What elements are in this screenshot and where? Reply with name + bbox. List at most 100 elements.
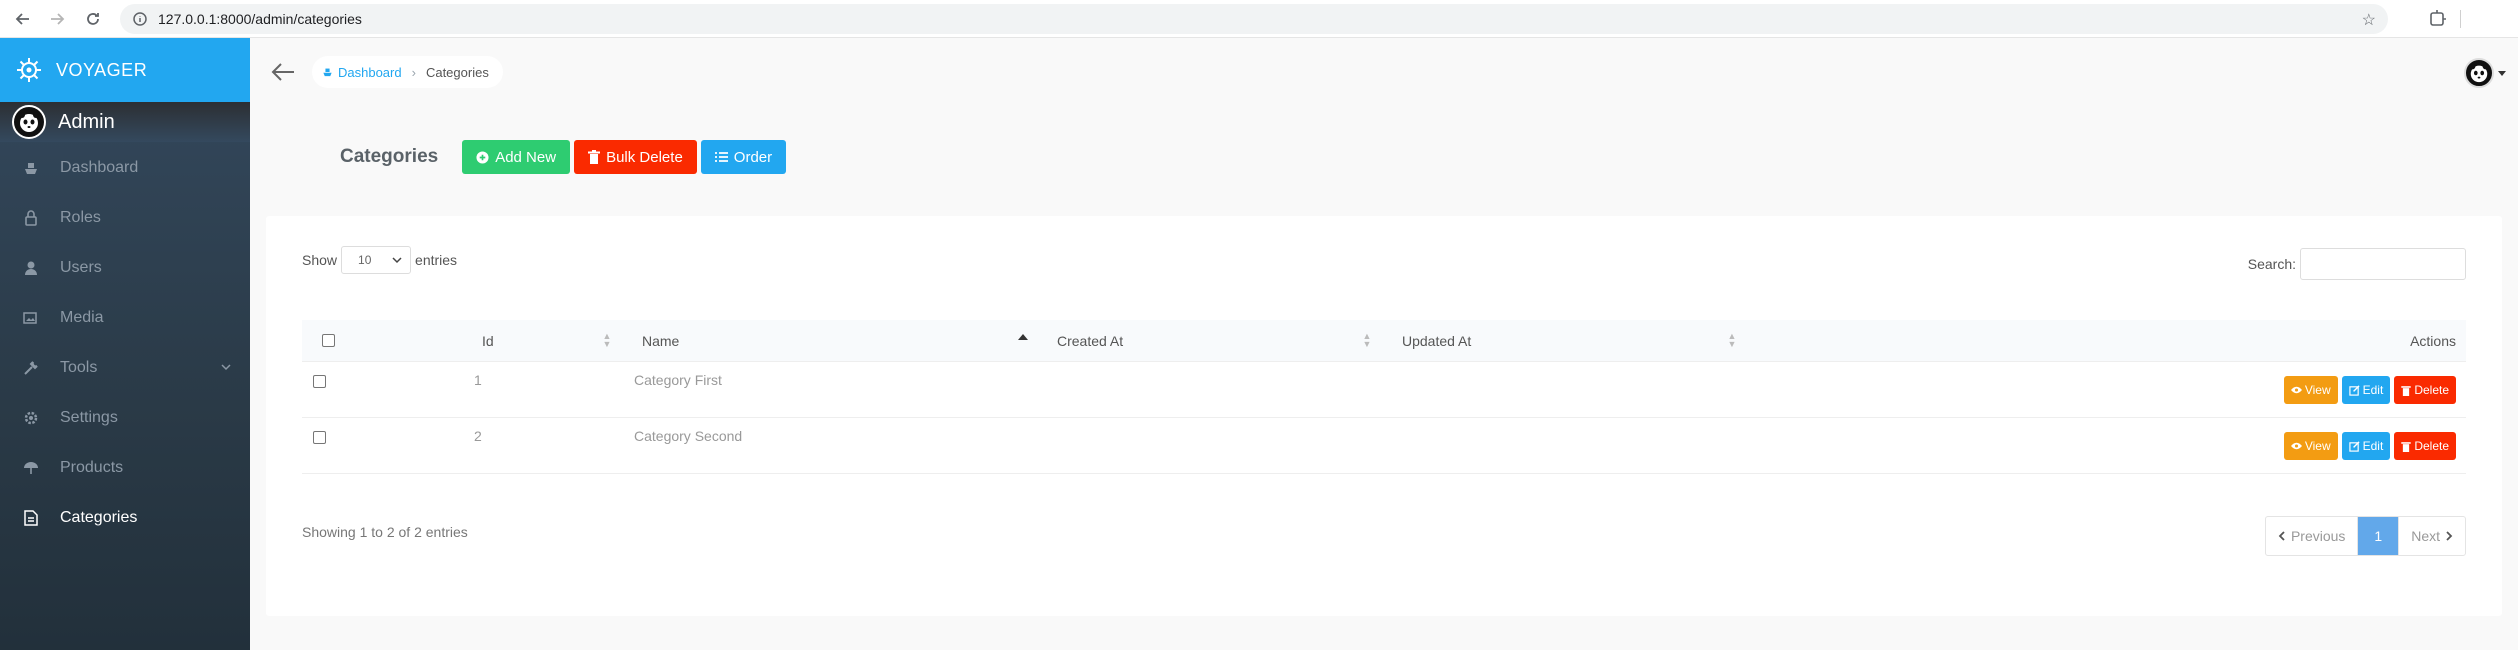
toolbar-divider	[2460, 10, 2461, 28]
add-new-label: Add New	[495, 148, 557, 166]
panda-avatar-icon	[2469, 63, 2489, 83]
view-label: View	[2304, 383, 2331, 397]
breadcrumb-separator: ›	[411, 64, 416, 80]
entries-length-control: Show 10 entries	[302, 246, 457, 274]
row-checkbox[interactable]	[313, 431, 326, 444]
delete-button[interactable]: Delete	[2394, 432, 2456, 460]
sidebar-item-products[interactable]: Products	[0, 443, 250, 493]
sidebar-item-media[interactable]: Media	[0, 293, 250, 343]
umbrella-icon	[22, 459, 40, 477]
bulk-delete-label: Bulk Delete	[606, 148, 683, 166]
table-header-row: Id ▲ ▼ Name Created At ▲ ▼ Updated At ▲ ▼ A…	[302, 320, 2466, 362]
order-button[interactable]: Order	[700, 140, 787, 174]
entries-length-select[interactable]: 10	[341, 246, 412, 274]
select-all-checkbox[interactable]	[322, 334, 335, 347]
cell-id: 2	[474, 428, 482, 444]
sidebar-item-label: Roles	[60, 209, 101, 226]
sort-icon[interactable]: ▲ ▼	[602, 332, 612, 349]
panda-avatar-icon	[19, 112, 39, 132]
arrow-left-icon[interactable]	[270, 60, 296, 84]
list-icon	[714, 151, 728, 163]
search-label: Search:	[2247, 256, 2296, 272]
delete-label: Delete	[2414, 439, 2449, 453]
previous-page-button[interactable]: Previous	[2266, 517, 2359, 555]
helm-icon	[17, 58, 41, 82]
eye-icon	[2290, 386, 2302, 394]
edit-button[interactable]: Edit	[2341, 432, 2391, 460]
sidebar-menu: Dashboard Roles Users Media Tools Settin…	[0, 143, 250, 543]
cell-name: Category Second	[634, 428, 743, 444]
arrow-left-icon	[15, 13, 29, 25]
sidebar-item-label: Dashboard	[60, 159, 139, 176]
chevron-down-icon	[221, 364, 231, 371]
page-title: Categories	[340, 146, 439, 167]
entries-length-value: 10	[358, 253, 372, 267]
next-label: Next	[2411, 528, 2440, 544]
column-header-id[interactable]: Id	[482, 333, 494, 349]
table-row: 2 Category Second View Edit Delete	[302, 418, 2466, 474]
profile-header[interactable]: Admin	[0, 102, 250, 142]
page-header: Categories Add New Bulk Delete Order	[340, 140, 790, 174]
view-button[interactable]: View	[2283, 376, 2338, 404]
sidebar-item-categories[interactable]: Categories	[0, 493, 250, 543]
table-row: 1 Category First View Edit Delete	[302, 362, 2466, 418]
trash-icon	[2401, 385, 2412, 396]
plus-circle-icon	[476, 150, 489, 164]
sidebar-item-dashboard[interactable]: Dashboard	[0, 143, 250, 193]
edit-button[interactable]: Edit	[2341, 376, 2391, 404]
content-panel: Show 10 entries Search: Id ▲ ▼ Name Creat…	[266, 216, 2502, 616]
lock-icon	[22, 209, 40, 227]
sidebar-item-users[interactable]: Users	[0, 243, 250, 293]
column-header-updated-at[interactable]: Updated At	[1402, 333, 1471, 349]
reload-icon	[87, 13, 99, 25]
person-icon	[22, 259, 40, 277]
categories-table: Id ▲ ▼ Name Created At ▲ ▼ Updated At ▲ ▼ A…	[302, 320, 2466, 474]
row-actions: View Edit Delete	[2280, 432, 2456, 460]
address-bar[interactable]: 127.0.0.1:8000/admin/categories ☆	[120, 4, 2388, 34]
column-header-created-at[interactable]: Created At	[1057, 333, 1123, 349]
document-icon	[22, 509, 40, 527]
browser-forward-button[interactable]	[42, 4, 72, 34]
edit-icon	[2348, 384, 2360, 396]
eye-icon	[2290, 442, 2302, 450]
sort-ascending-icon[interactable]	[1018, 334, 1028, 340]
browser-reload-button[interactable]	[78, 4, 108, 34]
delete-label: Delete	[2414, 383, 2449, 397]
site-info-icon[interactable]	[132, 11, 148, 27]
brand-name: VOYAGER	[56, 59, 148, 80]
sidebar-item-label: Products	[60, 459, 124, 476]
bulk-delete-button[interactable]: Bulk Delete	[574, 140, 697, 174]
sidebar-item-roles[interactable]: Roles	[0, 193, 250, 243]
url-text: 127.0.0.1:8000/admin/categories	[158, 11, 362, 27]
brand-header[interactable]: VOYAGER	[0, 38, 250, 102]
page-1-button[interactable]: 1	[2358, 517, 2400, 555]
breadcrumb-dashboard-link[interactable]: Dashboard	[322, 65, 402, 80]
search-input[interactable]	[2300, 248, 2466, 280]
boat-icon	[323, 68, 332, 77]
extensions-icon[interactable]	[2424, 6, 2450, 32]
sort-icon[interactable]: ▲ ▼	[1727, 332, 1737, 349]
view-button[interactable]: View	[2283, 432, 2338, 460]
user-menu[interactable]	[2464, 58, 2506, 88]
chevron-right-icon	[2446, 531, 2453, 541]
arrow-right-icon	[51, 13, 65, 25]
avatar	[2464, 58, 2494, 88]
order-label: Order	[733, 148, 773, 166]
row-checkbox[interactable]	[313, 375, 326, 388]
sort-icon[interactable]: ▲ ▼	[1362, 332, 1372, 349]
bookmark-star-icon[interactable]: ☆	[2362, 10, 2376, 30]
browser-back-button[interactable]	[8, 4, 38, 34]
chevron-down-icon	[392, 257, 402, 264]
column-header-name[interactable]: Name	[642, 333, 679, 349]
delete-button[interactable]: Delete	[2394, 376, 2456, 404]
view-label: View	[2304, 439, 2331, 453]
sidebar-item-tools[interactable]: Tools	[0, 343, 250, 393]
boat-icon	[22, 159, 40, 177]
row-actions: View Edit Delete	[2280, 376, 2456, 404]
add-new-button[interactable]: Add New	[462, 140, 571, 174]
top-navbar: Dashboard › Categories	[250, 38, 2518, 106]
sidebar-item-settings[interactable]: Settings	[0, 393, 250, 443]
tools-icon	[22, 359, 40, 377]
next-page-button[interactable]: Next	[2399, 517, 2465, 555]
trash-icon	[2401, 441, 2412, 452]
